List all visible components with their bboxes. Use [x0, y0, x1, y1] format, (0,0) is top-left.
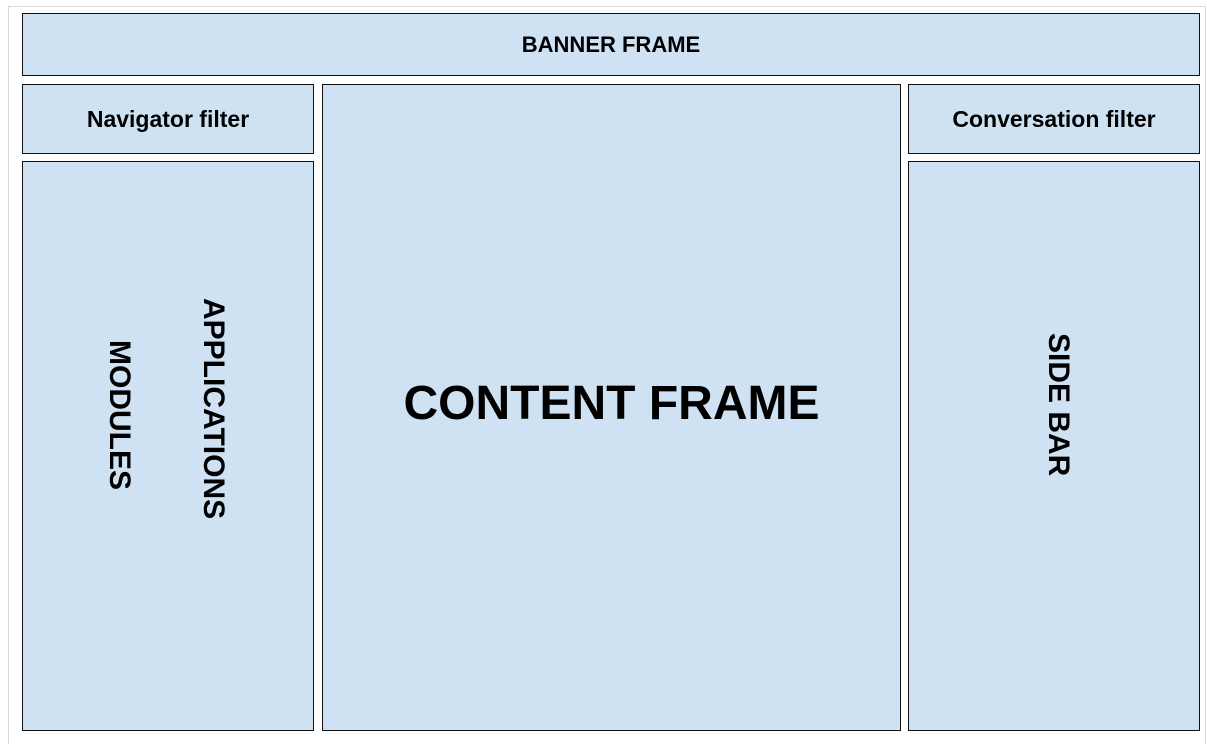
content-frame-label: CONTENT FRAME — [403, 377, 820, 430]
banner-frame-label: BANNER FRAME — [521, 31, 701, 57]
conversation-filter-box: Conversation filter — [908, 84, 1200, 154]
banner-frame: BANNER FRAME — [22, 13, 1200, 76]
content-frame: CONTENT FRAME — [322, 84, 901, 731]
applications-modules-panel — [22, 161, 314, 731]
navigator-filter-box: Navigator filter — [22, 84, 314, 154]
conversation-filter-label: Conversation filter — [952, 105, 1156, 132]
modules-label: MODULES — [103, 340, 136, 490]
side-bar-label: SIDE BAR — [1042, 333, 1075, 477]
navigator-filter-label: Navigator filter — [86, 105, 250, 132]
applications-label: APPLICATIONS — [197, 298, 230, 520]
